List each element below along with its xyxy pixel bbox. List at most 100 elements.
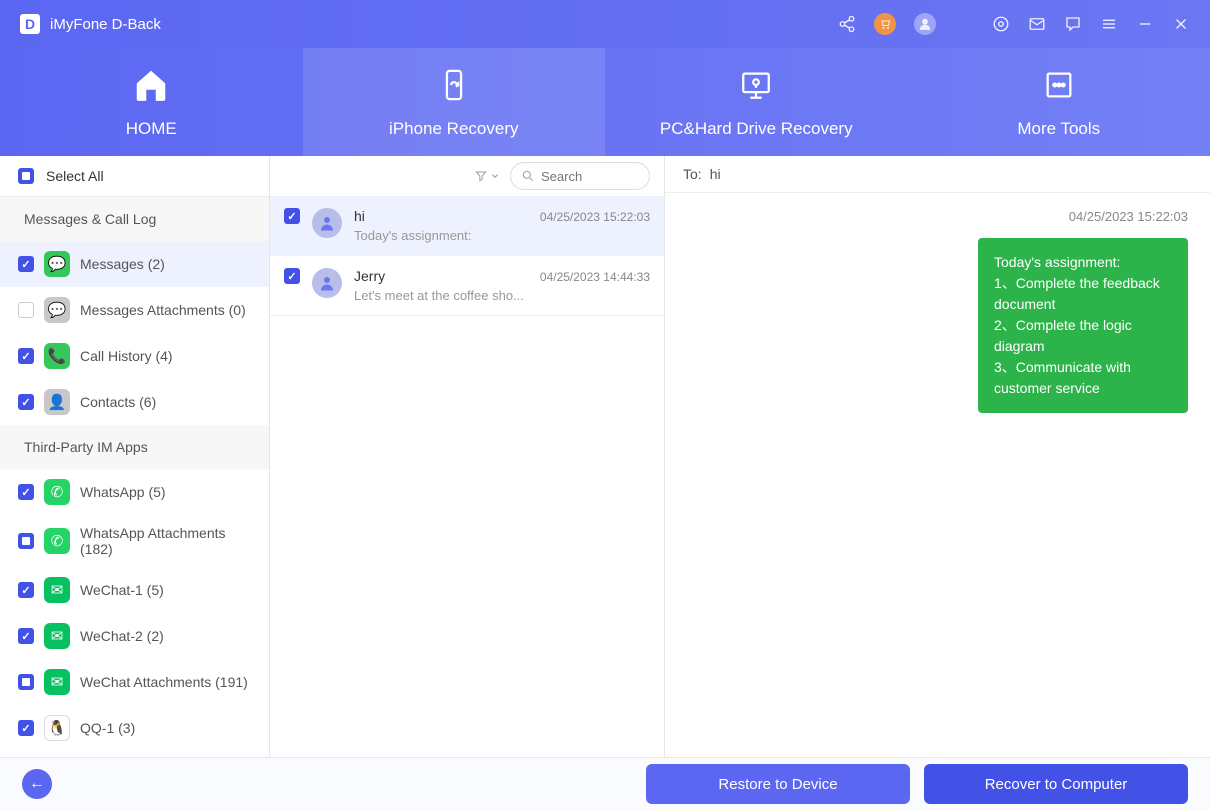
checkbox[interactable]	[18, 348, 34, 364]
footer: ← Restore to Device Recover to Computer	[0, 758, 1210, 810]
avatar-icon	[312, 268, 342, 298]
conversation-item[interactable]: hi 04/25/2023 15:22:03 Today's assignmen…	[270, 196, 664, 256]
sidebar-item-label: Messages (2)	[80, 256, 165, 272]
user-avatar-icon[interactable]	[914, 13, 936, 35]
sidebar-item-messages[interactable]: 💬 Messages (2)	[0, 241, 269, 287]
conversation-toolbar	[270, 156, 664, 196]
whatsapp-icon: ✆	[44, 479, 70, 505]
checkbox[interactable]	[18, 582, 34, 598]
conversation-name: hi	[354, 208, 365, 224]
search-icon	[521, 169, 535, 183]
message-timestamp: 04/25/2023 15:22:03	[687, 209, 1188, 224]
checkbox[interactable]	[18, 720, 34, 736]
attachment-icon: 💬	[44, 297, 70, 323]
tab-pc-recovery[interactable]: PC&Hard Drive Recovery	[605, 48, 908, 156]
main-content: Select All Messages & Call Log 💬 Message…	[0, 156, 1210, 758]
checkbox[interactable]	[18, 394, 34, 410]
settings-icon[interactable]	[992, 15, 1010, 33]
tab-iphone-recovery[interactable]: iPhone Recovery	[303, 48, 606, 156]
checkbox[interactable]	[18, 484, 34, 500]
wechat-icon: ✉	[44, 669, 70, 695]
checkbox[interactable]	[284, 268, 300, 284]
sidebar-item-qq-1[interactable]: 🐧 QQ-1 (3)	[0, 705, 269, 751]
conversation-preview: Let's meet at the coffee sho...	[354, 288, 650, 303]
restore-to-device-button[interactable]: Restore to Device	[646, 764, 910, 804]
tab-iphone-label: iPhone Recovery	[389, 119, 518, 139]
sidebar-item-label: WhatsApp Attachments (182)	[80, 525, 251, 557]
select-all-label: Select All	[46, 168, 104, 184]
to-label: To:	[683, 166, 702, 182]
checkbox[interactable]	[18, 674, 34, 690]
message-pane: To: hi 04/25/2023 15:22:03 Today's assig…	[665, 156, 1210, 757]
search-box[interactable]	[510, 162, 650, 190]
to-value: hi	[710, 166, 721, 182]
select-all-row[interactable]: Select All	[0, 156, 269, 197]
minimize-icon[interactable]	[1136, 15, 1154, 33]
conversation-list: hi 04/25/2023 15:22:03 Today's assignmen…	[270, 156, 665, 757]
conversation-item[interactable]: Jerry 04/25/2023 14:44:33 Let's meet at …	[270, 256, 664, 316]
checkbox[interactable]	[18, 628, 34, 644]
nav-tabs: HOME iPhone Recovery PC&Hard Drive Recov…	[0, 48, 1210, 156]
filter-icon[interactable]	[474, 169, 500, 183]
tab-home[interactable]: HOME	[0, 48, 303, 156]
tab-more-label: More Tools	[1017, 119, 1100, 139]
titlebar-actions	[838, 13, 1190, 35]
phone-refresh-icon	[434, 65, 474, 105]
phone-icon: 📞	[44, 343, 70, 369]
select-all-checkbox[interactable]	[18, 168, 34, 184]
sidebar-item-qq-2[interactable]: 🐧 QQ-2 (0)	[0, 751, 269, 757]
whatsapp-icon: ✆	[44, 528, 70, 554]
sidebar-item-label: Call History (4)	[80, 348, 173, 364]
wechat-icon: ✉	[44, 623, 70, 649]
tab-pc-label: PC&Hard Drive Recovery	[660, 119, 853, 139]
sidebar-item-call-history[interactable]: 📞 Call History (4)	[0, 333, 269, 379]
mail-icon[interactable]	[1028, 15, 1046, 33]
sidebar-item-wechat-2[interactable]: ✉ WeChat-2 (2)	[0, 613, 269, 659]
message-bubble: Today's assignment: 1、Complete the feedb…	[978, 238, 1188, 413]
menu-icon[interactable]	[1100, 15, 1118, 33]
sidebar-item-wechat-attachments[interactable]: ✉ WeChat Attachments (191)	[0, 659, 269, 705]
sidebar-item-contacts[interactable]: 👤 Contacts (6)	[0, 379, 269, 425]
sidebar-item-label: WeChat-1 (5)	[80, 582, 164, 598]
sidebar-item-label: WeChat-2 (2)	[80, 628, 164, 644]
checkbox[interactable]	[18, 533, 34, 549]
back-button[interactable]: ←	[22, 769, 52, 799]
sidebar-item-whatsapp-attachments[interactable]: ✆ WhatsApp Attachments (182)	[0, 515, 269, 567]
checkbox[interactable]	[18, 256, 34, 272]
wechat-icon: ✉	[44, 577, 70, 603]
sidebar-item-label: Contacts (6)	[80, 394, 156, 410]
share-icon[interactable]	[838, 15, 856, 33]
search-input[interactable]	[541, 169, 631, 184]
section-thirdparty-im: Third-Party IM Apps	[0, 425, 269, 469]
sidebar-item-wechat-1[interactable]: ✉ WeChat-1 (5)	[0, 567, 269, 613]
sidebar-item-messages-attachments[interactable]: 💬 Messages Attachments (0)	[0, 287, 269, 333]
messages-icon: 💬	[44, 251, 70, 277]
contacts-icon: 👤	[44, 389, 70, 415]
close-icon[interactable]	[1172, 15, 1190, 33]
feedback-icon[interactable]	[1064, 15, 1082, 33]
avatar-icon	[312, 208, 342, 238]
conversation-time: 04/25/2023 14:44:33	[540, 270, 650, 284]
titlebar: D iMyFone D-Back	[0, 0, 1210, 48]
checkbox[interactable]	[18, 302, 34, 318]
app-title: iMyFone D-Back	[50, 16, 838, 33]
message-body: 04/25/2023 15:22:03 Today's assignment: …	[665, 193, 1210, 757]
tab-home-label: HOME	[126, 119, 177, 139]
cart-icon[interactable]	[874, 13, 896, 35]
checkbox[interactable]	[284, 208, 300, 224]
conversation-time: 04/25/2023 15:22:03	[540, 210, 650, 224]
sidebar-item-label: Messages Attachments (0)	[80, 302, 246, 318]
sidebar-item-label: WhatsApp (5)	[80, 484, 166, 500]
sidebar-item-whatsapp[interactable]: ✆ WhatsApp (5)	[0, 469, 269, 515]
app-logo: D	[20, 14, 40, 34]
home-icon	[131, 65, 171, 105]
conversation-name: Jerry	[354, 268, 385, 284]
sidebar-item-label: QQ-1 (3)	[80, 720, 135, 736]
message-header: To: hi	[665, 156, 1210, 193]
recover-to-computer-button[interactable]: Recover to Computer	[924, 764, 1188, 804]
qq-icon: 🐧	[44, 715, 70, 741]
arrow-left-icon: ←	[29, 775, 45, 793]
monitor-icon	[736, 65, 776, 105]
sidebar-item-label: WeChat Attachments (191)	[80, 674, 248, 690]
tab-more-tools[interactable]: More Tools	[908, 48, 1210, 156]
